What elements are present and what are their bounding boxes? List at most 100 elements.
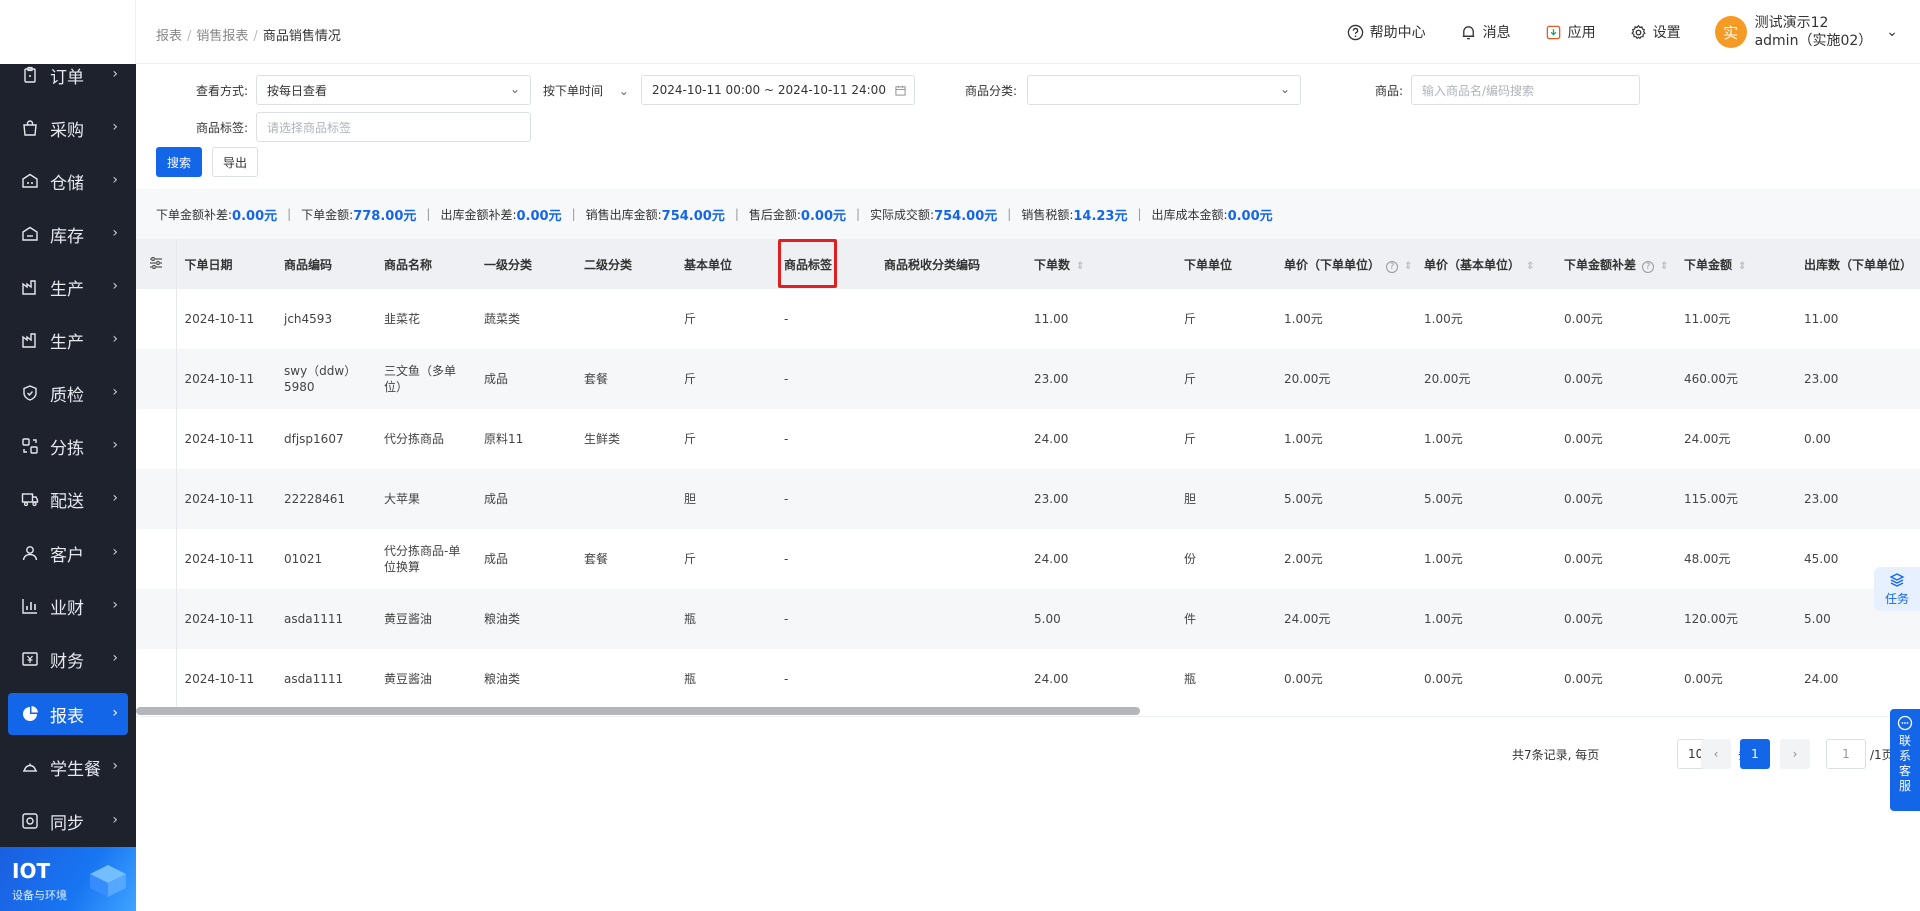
chevron-right-icon: ›: [112, 331, 118, 347]
table-cell: 瓶: [1184, 672, 1197, 686]
chevron-down-icon: ⌄: [618, 84, 629, 98]
table-cell: -: [776, 589, 876, 649]
customer-service-button[interactable]: 联 系 客 服: [1890, 709, 1920, 811]
table-cell: swy（ddw）5980: [276, 349, 376, 409]
column-header: 商品名称: [376, 239, 476, 289]
summary-value: 0.00元: [1227, 208, 1273, 224]
apps-link[interactable]: 应用: [1545, 22, 1596, 42]
prev-page-button[interactable]: ‹: [1701, 739, 1731, 769]
sidebar-item-label: 库存: [50, 226, 84, 247]
table-cell: 生鲜类: [584, 432, 621, 446]
category-select[interactable]: ⌄: [1027, 75, 1301, 105]
sidebar-item-label: 质检: [50, 385, 84, 406]
sidebar-item-0[interactable]: 订单 ›: [0, 54, 136, 96]
goto-page-input[interactable]: 1: [1826, 739, 1866, 769]
summary-label: 出库金额补差:: [440, 207, 517, 222]
sidebar-item-12[interactable]: 报表 ›: [8, 693, 128, 735]
time-type-select[interactable]: 按下单时间 ⌄: [543, 82, 629, 99]
table-cell: 韭菜花: [384, 312, 421, 326]
messages-link[interactable]: 消息: [1460, 22, 1511, 42]
summary-divider: |: [287, 207, 292, 221]
settings-link[interactable]: 设置: [1630, 22, 1681, 42]
column-header: 基本单位: [676, 239, 776, 289]
next-page-button[interactable]: ›: [1780, 739, 1810, 769]
tag-select[interactable]: 请选择商品标签: [256, 112, 531, 142]
page-button-1[interactable]: 1: [1740, 739, 1770, 769]
task-float-button[interactable]: 任务: [1874, 567, 1920, 611]
view-mode-select[interactable]: 按每日查看 ⌄: [256, 75, 531, 105]
sort-icon[interactable]: ⇕: [1404, 261, 1412, 272]
sidebar-item-6[interactable]: 质检 ›: [0, 372, 136, 414]
chevron-right-icon: ›: [112, 597, 118, 613]
row-gutter: [136, 589, 177, 649]
sidebar-item-label: 客户: [50, 545, 84, 566]
time-type-value: 按下单时间: [543, 84, 604, 98]
column-settings-button[interactable]: [136, 239, 177, 289]
export-button[interactable]: 导出: [212, 147, 258, 177]
chevron-down-icon: ⌄: [1279, 82, 1290, 96]
gear-icon: [1630, 24, 1646, 39]
column-header[interactable]: 下单金额 ⇕: [1676, 239, 1796, 289]
sidebar-item-3[interactable]: 库存 ›: [0, 213, 136, 255]
sidebar-item-1[interactable]: 采购 ›: [0, 107, 136, 149]
sidebar-item-7[interactable]: 分拣 ›: [0, 425, 136, 467]
breadcrumb-item-sales-report[interactable]: 销售报表: [196, 29, 248, 44]
service-char: 服: [1898, 779, 1911, 793]
user-info[interactable]: 测试演示12 admin（实施02）: [1755, 14, 1873, 50]
bell-icon: [1462, 25, 1474, 39]
sidebar-item-label: 财务: [50, 651, 84, 672]
sidebar-item-label: 分拣: [50, 438, 84, 459]
sort-icon[interactable]: ⇕: [1660, 261, 1668, 272]
chevron-right-icon: ›: [112, 225, 118, 241]
table-cell: -: [784, 312, 789, 326]
sidebar-item-2[interactable]: 仓储 ›: [0, 160, 136, 202]
avatar[interactable]: 实: [1714, 16, 1747, 48]
iot-banner[interactable]: IOT 设备与环境: [0, 847, 136, 911]
sidebar-item-11[interactable]: 财务 ›: [0, 638, 136, 680]
table-cell: 三文鱼（多单位）: [376, 349, 476, 409]
product-search-input[interactable]: 输入商品名/编码搜索: [1411, 75, 1640, 105]
sort-icon[interactable]: ⇕: [1738, 261, 1746, 272]
question-circle-icon[interactable]: ?: [1642, 260, 1655, 273]
column-header-label: 下单金额补差: [1564, 257, 1637, 272]
sidebar-item-9[interactable]: 客户 ›: [0, 532, 136, 574]
shopping-bag-icon: [20, 118, 40, 138]
sort-icon[interactable]: ⇕: [1076, 261, 1084, 272]
user-name: 测试演示12: [1754, 15, 1829, 31]
chevron-down-icon[interactable]: ⌄: [1886, 24, 1898, 40]
breadcrumb-separator: /: [253, 29, 258, 44]
sidebar-item-14[interactable]: 同步 ›: [0, 800, 136, 842]
chevron-right-icon: ›: [112, 172, 118, 188]
sidebar-item-13[interactable]: 学生餐 ›: [0, 746, 136, 788]
sort-icon[interactable]: ⇕: [1526, 261, 1534, 272]
question-circle-icon[interactable]: ?: [1386, 260, 1399, 273]
column-header[interactable]: 下单数 ⇕: [1026, 239, 1176, 289]
sidebar-item-4[interactable]: 生产 ›: [0, 266, 136, 308]
column-header[interactable]: 单价（下单单位）? ⇕: [1276, 239, 1416, 289]
sidebar-item-8[interactable]: 配送 ›: [0, 478, 136, 520]
column-header-label: 商品编码: [284, 257, 333, 272]
sidebar-item-10[interactable]: 业财 ›: [0, 585, 136, 627]
column-header-label: 基本单位: [684, 257, 733, 272]
date-range-value: 2024-10-11 00:00 ~ 2024-10-11 24:00: [652, 83, 886, 97]
help-center-link[interactable]: 帮助中心: [1347, 22, 1426, 42]
iot-subtitle: 设备与环境: [12, 889, 67, 902]
table-cell: 1.00元: [1284, 312, 1323, 326]
column-header[interactable]: 下单金额补差? ⇕: [1556, 239, 1676, 289]
table-cell: jch4593: [284, 312, 333, 326]
table-cell: 115.00元: [1676, 469, 1796, 529]
table-cell: 2.00元: [1284, 552, 1323, 566]
summary-value: 754.00元: [934, 208, 998, 224]
date-range-picker[interactable]: 2024-10-11 00:00 ~ 2024-10-11 24:00: [641, 75, 915, 105]
horizontal-scrollbar[interactable]: [136, 707, 1140, 715]
table-cell: [876, 589, 1026, 649]
summary-divider: |: [856, 207, 861, 221]
breadcrumb-item-reports[interactable]: 报表: [156, 29, 182, 44]
sidebar-item-5[interactable]: 生产 ›: [0, 319, 136, 361]
search-button[interactable]: 搜索: [156, 147, 202, 177]
column-header[interactable]: 单价（基本单位） ⇕: [1416, 239, 1556, 289]
table-cell: 斤: [676, 349, 776, 409]
sidebar-item-label: 采购: [50, 120, 84, 141]
dish-icon: [20, 757, 40, 777]
table-cell: 斤: [1184, 432, 1197, 446]
